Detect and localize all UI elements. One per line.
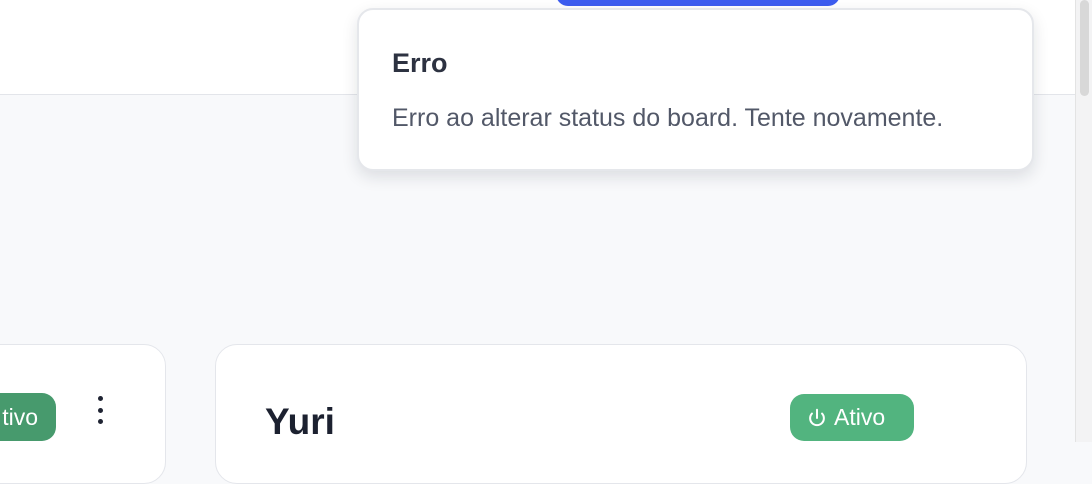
board-name: Yuri	[265, 401, 335, 442]
scrollbar-thumb[interactable]	[1080, 0, 1089, 96]
status-label: Ativo	[834, 404, 886, 430]
accent-bar	[556, 0, 840, 6]
status-label: tivo	[2, 403, 38, 430]
power-icon	[809, 408, 825, 426]
toast-title: Erro	[392, 48, 448, 78]
status-badge[interactable]: Ativo	[790, 394, 914, 441]
error-toast: Erro Erro ao alterar status do board. Te…	[357, 8, 1034, 171]
toast-message: Erro ao alterar status do board. Tente n…	[392, 104, 944, 132]
more-vertical-icon[interactable]	[92, 396, 108, 424]
scrollbar[interactable]	[1075, 0, 1092, 442]
status-badge[interactable]: tivo	[0, 393, 56, 441]
